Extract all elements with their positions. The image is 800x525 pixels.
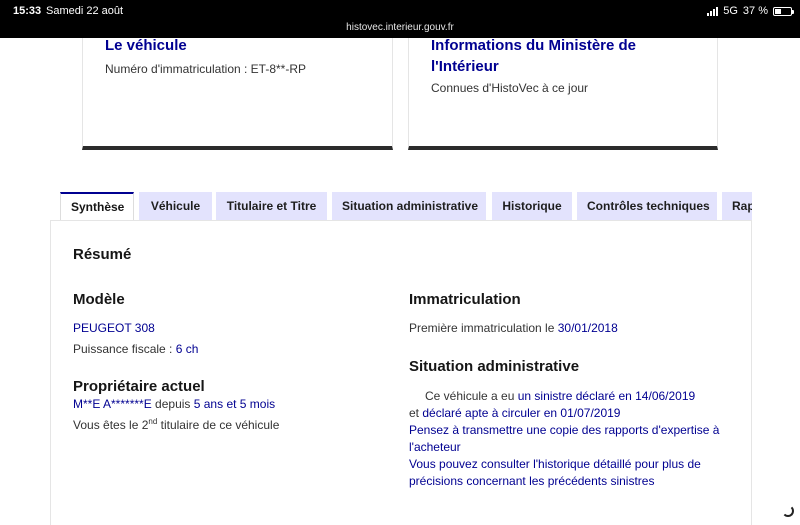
history-note-line-1[interactable]: Vous pouvez consulter l'historique détai… <box>409 456 701 473</box>
ministry-card-text: Connues d'HistoVec à ce jour <box>431 81 589 95</box>
registration-heading: Immatriculation <box>409 291 521 308</box>
tab-controles-techniques[interactable]: Contrôles techniques <box>577 192 717 221</box>
vehicle-card-title[interactable]: Le véhicule <box>105 35 187 56</box>
synthese-panel: Résumé Modèle PEUGEOT 308 Puissance fisc… <box>50 220 752 525</box>
owner-rank: Vous êtes le 2nd titulaire de ce véhicul… <box>73 413 279 434</box>
status-time: 15:33 <box>13 5 42 17</box>
tab-vehicule[interactable]: Véhicule <box>139 192 212 221</box>
battery-level <box>775 8 781 14</box>
fiscal-power-label: Puissance fiscale : <box>73 342 176 356</box>
registration-number: Numéro d'immatriculation : ET-8**-RP <box>105 62 307 76</box>
network-type: 5G <box>723 5 738 17</box>
admin-line-1-prefix: Ce véhicule a eu <box>425 389 518 403</box>
first-registration-label: Première immatriculation le <box>409 321 558 335</box>
owner-rank-sup: nd <box>148 417 158 426</box>
status-bar: 15:33 Samedi 22 août histovec.interieur.… <box>0 0 800 38</box>
loading-spinner-icon <box>782 505 794 517</box>
first-registration-date[interactable]: 30/01/2018 <box>558 321 618 335</box>
tab-synthese[interactable]: Synthèse <box>60 192 134 221</box>
admin-heading: Situation administrative <box>409 358 580 375</box>
admin-line-1: Ce véhicule a eu un sinistre déclaré en … <box>425 388 695 405</box>
tab-rapport[interactable]: Rap <box>722 192 752 221</box>
owner-rank-suffix: titulaire de ce véhicule <box>157 418 280 432</box>
expertise-note-line-1[interactable]: Pensez à transmettre une copie des rappo… <box>409 422 719 439</box>
ministry-card: Informations du Ministère de l'Intérieur… <box>408 35 718 150</box>
status-indicators: 5G 37 % <box>707 5 794 17</box>
owner-line: M**E A*******E depuis 5 ans et 5 mois <box>73 396 275 413</box>
signal-icon <box>707 6 719 16</box>
model-name[interactable]: PEUGEOT 308 <box>73 320 155 337</box>
tab-historique[interactable]: Historique <box>492 192 572 221</box>
admin-line-2-prefix: et <box>409 406 423 420</box>
battery-percent: 37 % <box>742 5 768 17</box>
first-registration: Première immatriculation le 30/01/2018 <box>409 320 618 337</box>
expertise-note-line-2[interactable]: l'acheteur <box>409 439 461 456</box>
tab-situation-administrative[interactable]: Situation administrative <box>332 192 486 221</box>
history-note-line-2[interactable]: précisions concernant les précédents sin… <box>409 473 654 490</box>
summary-title: Résumé <box>73 246 132 263</box>
sinistre-link[interactable]: un sinistre déclaré en 14/06/2019 <box>518 389 695 403</box>
vehicle-card: Le véhicule Numéro d'immatriculation : E… <box>82 35 393 150</box>
battery-icon <box>773 6 794 16</box>
owner-name[interactable]: M**E A*******E <box>73 397 152 411</box>
owner-since-value[interactable]: 5 ans et 5 mois <box>194 397 275 411</box>
tab-bar: Synthèse Véhicule Titulaire et Titre Sit… <box>60 192 752 221</box>
apte-circuler-link[interactable]: déclaré apte à circuler en 01/07/2019 <box>422 406 620 420</box>
fiscal-power-value[interactable]: 6 ch <box>176 342 199 356</box>
address-bar-url[interactable]: histovec.interieur.gouv.fr <box>0 22 800 33</box>
admin-line-2: et déclaré apte à circuler en 01/07/2019 <box>409 405 620 422</box>
owner-heading: Propriétaire actuel <box>73 378 205 395</box>
owner-rank-prefix: Vous êtes le 2 <box>73 418 149 432</box>
model-heading: Modèle <box>73 291 125 308</box>
fiscal-power: Puissance fiscale : 6 ch <box>73 341 198 358</box>
ministry-card-title[interactable]: Informations du Ministère de l'Intérieur <box>431 35 671 77</box>
owner-since-label: depuis <box>151 397 194 411</box>
tab-titulaire-titre[interactable]: Titulaire et Titre <box>216 192 327 221</box>
status-date: Samedi 22 août <box>46 5 124 17</box>
